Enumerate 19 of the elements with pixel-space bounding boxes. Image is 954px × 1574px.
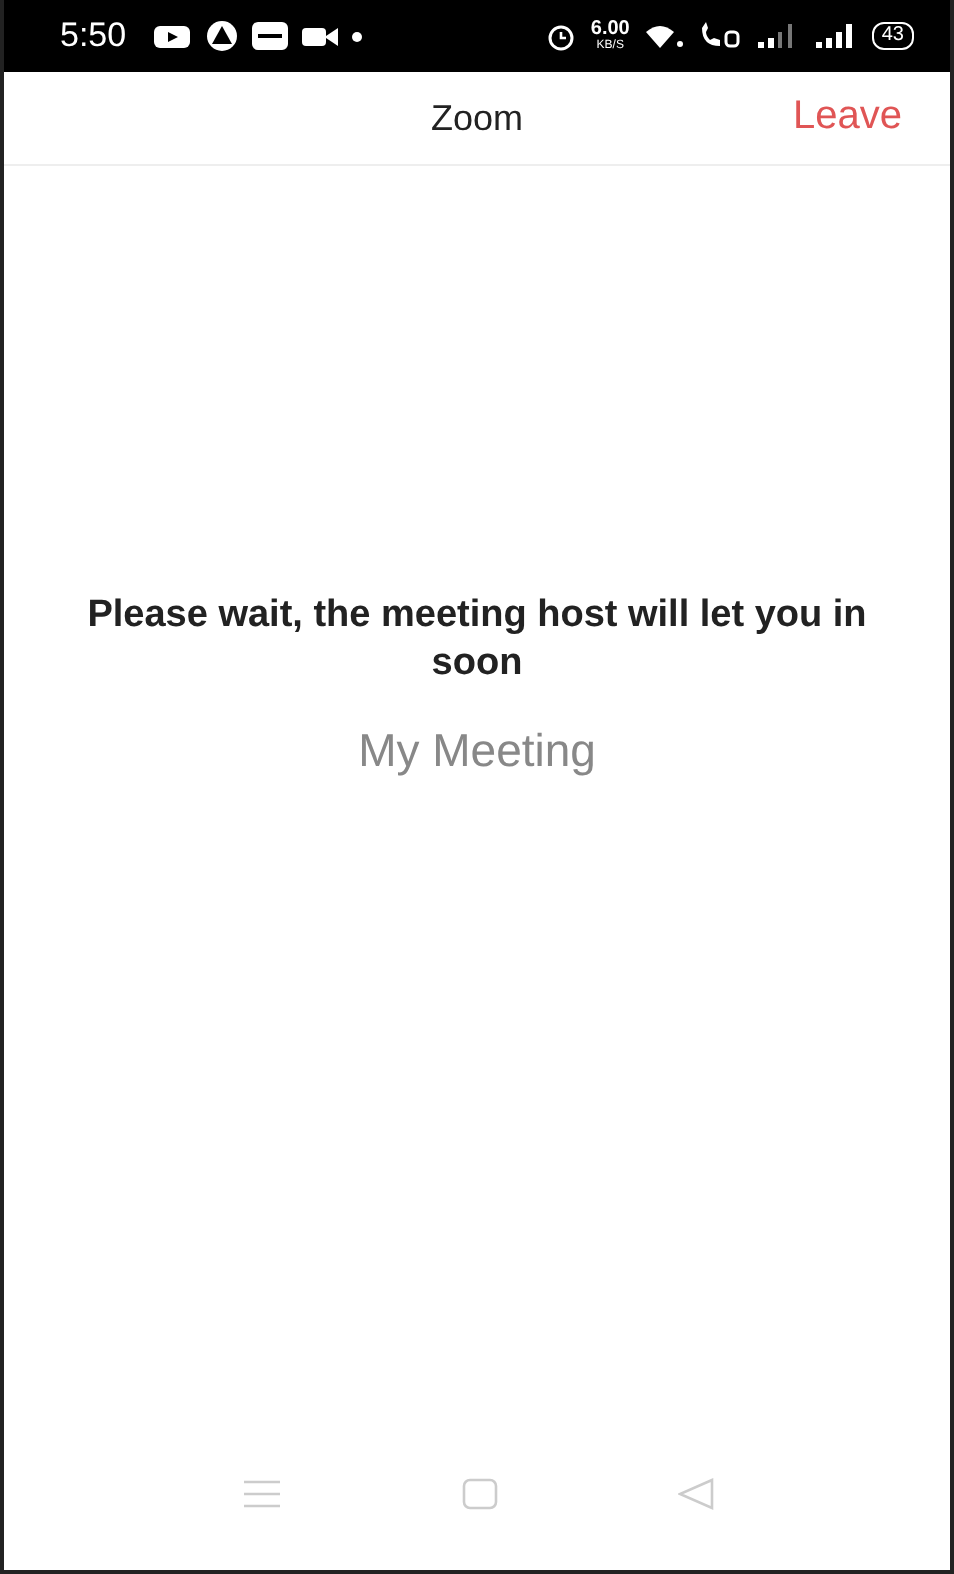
network-speed: 6.00 bbox=[590, 20, 630, 40]
app-title: Zoom bbox=[430, 97, 523, 139]
message-app-icon bbox=[252, 22, 289, 50]
home-icon[interactable] bbox=[461, 1478, 497, 1510]
signal-icon bbox=[813, 24, 858, 48]
waiting-message: Please wait, the meeting host will let you in soon bbox=[85, 592, 869, 688]
leave-button[interactable]: Leave bbox=[789, 90, 906, 144]
wifi-icon bbox=[643, 23, 684, 49]
volte-call-icon bbox=[697, 22, 742, 50]
video-play-icon bbox=[152, 23, 193, 49]
alarm-icon bbox=[546, 21, 577, 51]
meeting-name: My Meeting bbox=[358, 724, 596, 778]
menu-icon[interactable] bbox=[241, 1480, 281, 1508]
triangle-app-icon bbox=[206, 20, 239, 52]
notification-dot-icon bbox=[352, 31, 363, 41]
back-icon[interactable] bbox=[677, 1478, 713, 1510]
battery-level: 43 bbox=[871, 22, 914, 50]
status-time: 5:50 bbox=[60, 16, 127, 56]
video-camera-icon bbox=[302, 25, 339, 47]
